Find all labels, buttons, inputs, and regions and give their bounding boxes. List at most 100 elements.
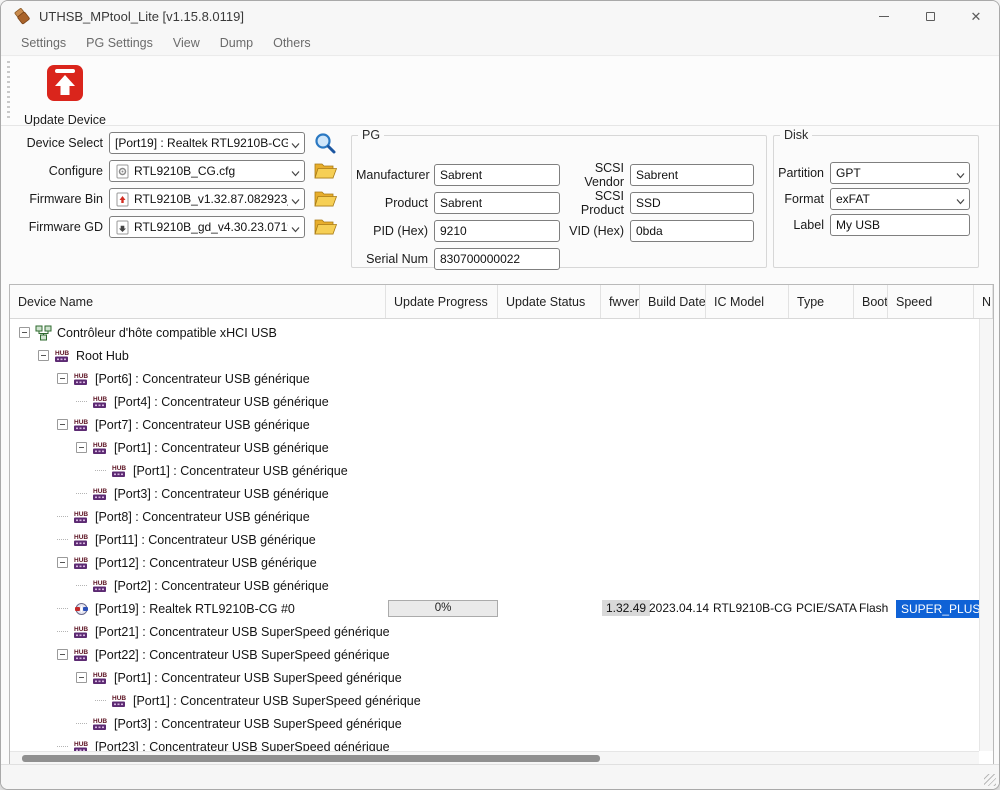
menu-bar: Settings PG Settings View Dump Others bbox=[1, 31, 999, 56]
collapse-toggle-icon[interactable] bbox=[57, 373, 68, 384]
horizontal-scrollbar[interactable] bbox=[10, 751, 979, 764]
svg-text:HUB: HUB bbox=[93, 488, 107, 495]
column-header[interactable]: Build Date bbox=[640, 285, 706, 318]
tree-connector bbox=[95, 700, 106, 701]
column-header[interactable]: N bbox=[974, 285, 993, 318]
volume-label-field[interactable] bbox=[830, 214, 970, 236]
product-field[interactable] bbox=[434, 192, 560, 214]
browse-firmware-gd-button[interactable] bbox=[312, 215, 338, 239]
menu-dump[interactable]: Dump bbox=[210, 36, 263, 50]
disk-group-title: Disk bbox=[780, 128, 812, 142]
tree-connector bbox=[57, 631, 68, 632]
browse-config-button[interactable] bbox=[312, 159, 338, 183]
column-header[interactable]: IC Model bbox=[706, 285, 789, 318]
scsi-product-field[interactable] bbox=[630, 192, 754, 214]
tree-row[interactable]: HUB [Port12] : Concentrateur USB génériq… bbox=[10, 551, 979, 574]
horizontal-scrollbar-thumb[interactable] bbox=[22, 755, 600, 762]
browse-firmware-bin-button[interactable] bbox=[312, 187, 338, 211]
toolbar: Update Device bbox=[1, 57, 999, 126]
tree-row[interactable]: HUB [Port22] : Concentrateur USB SuperSp… bbox=[10, 643, 979, 666]
firmware-gd-combo[interactable]: RTL9210B_gd_v4.30.23.071922.bin bbox=[109, 216, 305, 238]
column-header[interactable]: Update Progress bbox=[386, 285, 498, 318]
tree-row[interactable]: HUB [Port1] : Concentrateur USB génériqu… bbox=[10, 436, 979, 459]
collapse-toggle-icon[interactable] bbox=[76, 672, 87, 683]
app-usb-drive-icon bbox=[13, 7, 31, 25]
minimize-button[interactable] bbox=[861, 1, 907, 31]
format-combo[interactable]: exFAT bbox=[830, 188, 970, 210]
tree-connector bbox=[76, 401, 87, 402]
tree-row[interactable]: HUB [Port3] : Concentrateur USB génériqu… bbox=[10, 482, 979, 505]
column-header[interactable]: Device Name bbox=[10, 285, 386, 318]
menu-others[interactable]: Others bbox=[263, 36, 321, 50]
device-name: [Port2] : Concentrateur USB générique bbox=[112, 579, 329, 593]
column-header-label: IC Model bbox=[714, 295, 764, 309]
device-name: [Port3] : Concentrateur USB SuperSpeed g… bbox=[112, 717, 402, 731]
maximize-button[interactable] bbox=[907, 1, 953, 31]
svg-text:HUB: HUB bbox=[74, 419, 88, 426]
firmware-gd-label: Firmware GD bbox=[1, 220, 109, 234]
collapse-toggle-icon[interactable] bbox=[57, 649, 68, 660]
manufacturer-field[interactable] bbox=[434, 164, 560, 186]
tree-row[interactable]: HUB [Port1] : Concentrateur USB génériqu… bbox=[10, 459, 979, 482]
tree-row[interactable]: HUB [Port6] : Concentrateur USB génériqu… bbox=[10, 367, 979, 390]
collapse-toggle-icon[interactable] bbox=[19, 327, 30, 338]
firmware-gd-row: Firmware GD RTL9210B_gd_v4.30.23.071922.… bbox=[1, 216, 338, 238]
serial-num-field[interactable] bbox=[434, 248, 560, 270]
device-select-row: Device Select [Port19] : Realtek RTL9210… bbox=[1, 132, 338, 154]
column-header[interactable]: Speed bbox=[888, 285, 974, 318]
collapse-toggle-icon[interactable] bbox=[76, 442, 87, 453]
vertical-scrollbar[interactable] bbox=[979, 319, 993, 751]
tree-row[interactable]: HUB [Port21] : Concentrateur USB SuperSp… bbox=[10, 620, 979, 643]
search-device-button[interactable] bbox=[312, 131, 338, 155]
menu-view[interactable]: View bbox=[163, 36, 210, 50]
folder-icon bbox=[313, 160, 338, 182]
collapse-toggle-icon[interactable] bbox=[57, 557, 68, 568]
configure-combo[interactable]: RTL9210B_CG.cfg bbox=[109, 160, 305, 182]
column-header[interactable]: fwver bbox=[601, 285, 640, 318]
resize-grip[interactable] bbox=[984, 774, 996, 786]
tree-row[interactable]: [Port19] : Realtek RTL9210B-CG #0 0%1.32… bbox=[10, 597, 979, 620]
device-select-combo[interactable]: [Port19] : Realtek RTL9210B-CG #0 bbox=[109, 132, 305, 154]
firmware-gd-file-icon bbox=[115, 220, 130, 235]
status-bar bbox=[1, 764, 999, 789]
tree-row[interactable]: Contrôleur d'hôte compatible xHCI USB bbox=[10, 321, 979, 344]
tree-row[interactable]: HUB [Port4] : Concentrateur USB génériqu… bbox=[10, 390, 979, 413]
scsi-vendor-field[interactable] bbox=[630, 164, 754, 186]
tree-row[interactable]: HUB [Port11] : Concentrateur USB génériq… bbox=[10, 528, 979, 551]
firmware-bin-file-icon bbox=[115, 192, 130, 207]
vid-hex-field[interactable] bbox=[630, 220, 754, 242]
cell-fwver: 1.32.49 bbox=[602, 600, 650, 616]
column-header[interactable]: Boot bbox=[854, 285, 888, 318]
cell-ic: RTL9210B-CG bbox=[713, 600, 792, 616]
pid-hex-field[interactable] bbox=[434, 220, 560, 242]
device-name: [Port23] : Concentrateur USB SuperSpeed … bbox=[93, 740, 390, 752]
tree-row[interactable]: HUB [Port7] : Concentrateur USB génériqu… bbox=[10, 413, 979, 436]
toolbar-gripper[interactable] bbox=[7, 61, 10, 119]
tree-row[interactable]: HUB Root Hub bbox=[10, 344, 979, 367]
collapse-toggle-icon[interactable] bbox=[57, 419, 68, 430]
firmware-bin-combo[interactable]: RTL9210B_v1.32.87.082923_signed. bbox=[109, 188, 305, 210]
column-header[interactable]: Update Status bbox=[498, 285, 601, 318]
tree-row[interactable]: HUB [Port2] : Concentrateur USB génériqu… bbox=[10, 574, 979, 597]
usb-hub-icon: HUB bbox=[72, 417, 90, 433]
tree-row[interactable]: HUB [Port3] : Concentrateur USB SuperSpe… bbox=[10, 712, 979, 735]
column-header-label: Boot bbox=[862, 295, 888, 309]
close-button[interactable]: ✕ bbox=[953, 1, 999, 31]
menu-settings[interactable]: Settings bbox=[11, 36, 76, 50]
menu-pg-settings[interactable]: PG Settings bbox=[76, 36, 163, 50]
device-name: [Port3] : Concentrateur USB générique bbox=[112, 487, 329, 501]
column-header-label: Device Name bbox=[18, 295, 93, 309]
tree-row[interactable]: HUB [Port1] : Concentrateur USB SuperSpe… bbox=[10, 689, 979, 712]
tree-row[interactable]: HUB [Port23] : Concentrateur USB SuperSp… bbox=[10, 735, 979, 751]
collapse-toggle-icon[interactable] bbox=[38, 350, 49, 361]
usb-hub-icon: HUB bbox=[110, 463, 128, 479]
device-select-value: [Port19] : Realtek RTL9210B-CG #0 bbox=[115, 136, 288, 150]
tree-row[interactable]: HUB [Port1] : Concentrateur USB SuperSpe… bbox=[10, 666, 979, 689]
partition-combo[interactable]: GPT bbox=[830, 162, 970, 184]
usb-hub-icon: HUB bbox=[72, 509, 90, 525]
tree-row[interactable]: HUB [Port8] : Concentrateur USB génériqu… bbox=[10, 505, 979, 528]
column-header-label: Update Progress bbox=[394, 295, 488, 309]
svg-text:HUB: HUB bbox=[112, 465, 126, 472]
update-device-button[interactable]: Update Device bbox=[14, 57, 116, 129]
column-header[interactable]: Type bbox=[789, 285, 854, 318]
